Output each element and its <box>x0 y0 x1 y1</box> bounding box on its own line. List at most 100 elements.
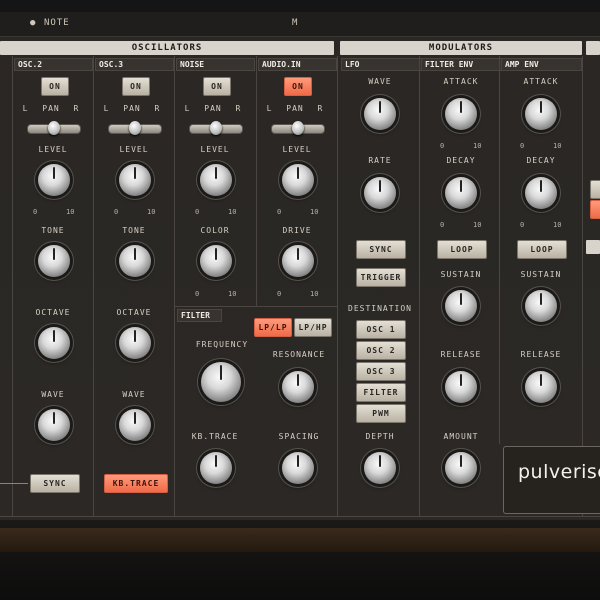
scale-max: 10 <box>310 290 319 298</box>
depth-label: DEPTH <box>365 432 395 441</box>
fenv-amount-knob[interactable] <box>445 452 477 484</box>
resonance-knob[interactable] <box>282 371 314 403</box>
divider <box>256 56 257 306</box>
note-indicator-icon: ● <box>30 18 37 28</box>
osc3-level-knob[interactable] <box>119 164 151 196</box>
frequency-label: FREQUENCY <box>195 340 249 349</box>
scale-min: 0 <box>33 208 38 216</box>
osc2-header: OSC.2 <box>14 58 93 71</box>
scale-max: 10 <box>147 208 156 216</box>
scale-min: 0 <box>114 208 119 216</box>
aenv-attack-label: ATTACK <box>523 77 559 86</box>
aenv-sustain-label: SUSTAIN <box>520 270 562 279</box>
osc2-sync-button[interactable]: SYNC <box>30 474 80 493</box>
synth-panel: ● NOTE M OSCILLATORS MODULATORS OSC.2 OS… <box>0 0 600 600</box>
switch-handle[interactable] <box>129 121 141 135</box>
scale-max: 10 <box>66 208 75 216</box>
dest-filter-button[interactable]: FILTER <box>356 383 406 402</box>
divider <box>175 306 337 307</box>
noise-pan-labels: L PAN R <box>184 104 242 113</box>
audio-in-drive-label: DRIVE <box>282 226 312 235</box>
spacing-knob[interactable] <box>282 452 314 484</box>
scale-max: 10 <box>553 221 562 229</box>
osc3-on-button[interactable]: ON <box>122 77 150 96</box>
fenv-attack-knob[interactable] <box>445 98 477 130</box>
audio-in-on-button[interactable]: ON <box>284 77 312 96</box>
lfo-rate-knob[interactable] <box>364 177 396 209</box>
scale-max: 10 <box>228 290 237 298</box>
fenv-decay-knob[interactable] <box>445 177 477 209</box>
osc3-wave-label: WAVE <box>122 390 146 399</box>
divider <box>93 56 94 516</box>
dest-osc1-button[interactable]: OSC 1 <box>356 320 406 339</box>
osc2-wave-knob[interactable] <box>38 409 70 441</box>
switch-handle[interactable] <box>210 121 222 135</box>
scale-min: 0 <box>520 142 525 150</box>
osc2-octave-knob[interactable] <box>38 327 70 359</box>
osc2-level-knob[interactable] <box>38 164 70 196</box>
top-bar: ● NOTE M <box>0 12 600 37</box>
fenv-loop-button[interactable]: LOOP <box>437 240 487 259</box>
aenv-sustain-knob[interactable] <box>525 290 557 322</box>
dest-pwm-button[interactable]: PWM <box>356 404 406 423</box>
switch-handle[interactable] <box>292 121 304 135</box>
frequency-knob[interactable] <box>201 362 241 402</box>
noise-level-label: LEVEL <box>200 145 230 154</box>
noise-level-knob[interactable] <box>200 164 232 196</box>
audio-in-header: AUDIO.IN <box>258 58 337 71</box>
aenv-decay-knob[interactable] <box>525 177 557 209</box>
audio-in-level-knob[interactable] <box>282 164 314 196</box>
note-label: NOTE <box>44 18 70 28</box>
audio-in-pan-labels: L PAN R <box>266 104 324 113</box>
noise-header: NOISE <box>176 58 255 71</box>
right-edge-button[interactable] <box>590 180 600 199</box>
audio-in-pan-switch[interactable] <box>271 121 325 135</box>
aenv-loop-button[interactable]: LOOP <box>517 240 567 259</box>
divider <box>174 56 175 516</box>
noise-pan-switch[interactable] <box>189 121 243 135</box>
scale-max: 10 <box>553 142 562 150</box>
osc2-pan-switch[interactable] <box>27 121 81 135</box>
scale-min: 0 <box>195 290 200 298</box>
modulators-header: MODULATORS <box>340 41 582 55</box>
fenv-release-knob[interactable] <box>445 371 477 403</box>
aenv-attack-knob[interactable] <box>525 98 557 130</box>
osc3-octave-knob[interactable] <box>119 327 151 359</box>
scale-max: 10 <box>473 221 482 229</box>
lfo-trigger-button[interactable]: TRIGGER <box>356 268 406 287</box>
fenv-attack-label: ATTACK <box>443 77 479 86</box>
osc2-tone-label: TONE <box>41 226 65 235</box>
osc3-wave-knob[interactable] <box>119 409 151 441</box>
switch-handle[interactable] <box>48 121 60 135</box>
filter-kb-trace-knob[interactable] <box>200 452 232 484</box>
osc3-pan-switch[interactable] <box>108 121 162 135</box>
filter-header: FILTER <box>177 309 222 322</box>
dest-osc2-button[interactable]: OSC 2 <box>356 341 406 360</box>
osc2-on-button[interactable]: ON <box>41 77 69 96</box>
osc3-tone-knob[interactable] <box>119 245 151 277</box>
divider <box>419 56 420 516</box>
noise-color-knob[interactable] <box>200 245 232 277</box>
dest-osc3-button[interactable]: OSC 3 <box>356 362 406 381</box>
osc3-level-label: LEVEL <box>119 145 149 154</box>
fenv-decay-label: DECAY <box>446 156 476 165</box>
spacing-label: SPACING <box>278 432 320 441</box>
lp-hp-button[interactable]: LP/HP <box>294 318 332 337</box>
m-label: M <box>292 18 299 28</box>
lfo-sync-button[interactable]: SYNC <box>356 240 406 259</box>
lfo-wave-knob[interactable] <box>364 98 396 130</box>
right-edge-header <box>586 240 600 254</box>
aenv-release-knob[interactable] <box>525 371 557 403</box>
noise-on-button[interactable]: ON <box>203 77 231 96</box>
scale-min: 0 <box>277 208 282 216</box>
audio-in-drive-knob[interactable] <box>282 245 314 277</box>
filter-env-header: FILTER ENV <box>421 58 502 71</box>
osc2-tone-knob[interactable] <box>38 245 70 277</box>
lfo-depth-knob[interactable] <box>364 452 396 484</box>
scale-min: 0 <box>277 290 282 298</box>
osc3-kb-trace-button[interactable]: KB.TRACE <box>104 474 168 493</box>
lp-lp-button[interactable]: LP/LP <box>254 318 292 337</box>
right-edge-active-button[interactable] <box>590 200 600 219</box>
fenv-sustain-knob[interactable] <box>445 290 477 322</box>
osc2-octave-label: OCTAVE <box>35 308 71 317</box>
